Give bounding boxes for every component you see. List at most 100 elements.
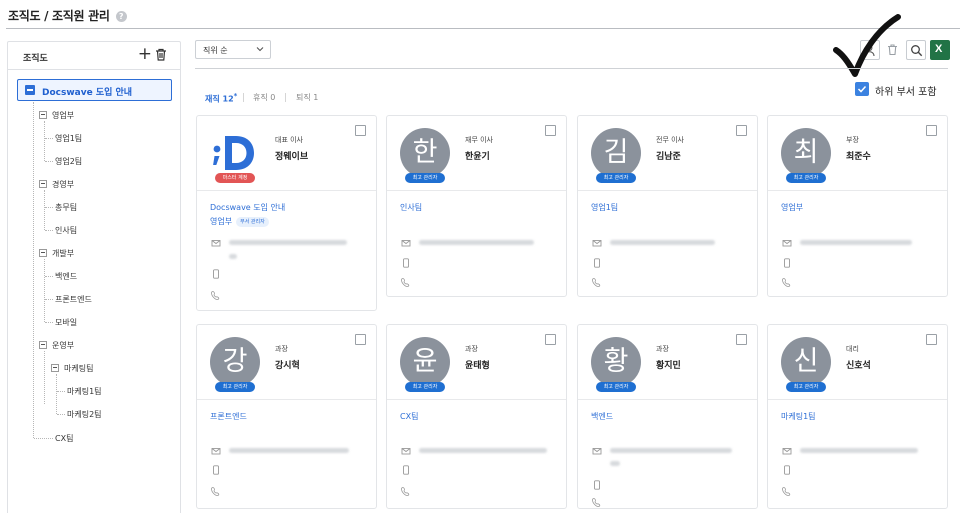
phone-icon [592, 498, 601, 507]
trash-icon [888, 44, 897, 56]
collapse-icon[interactable] [39, 249, 47, 257]
member-department-link[interactable]: Docswave 도입 안내 [210, 202, 285, 213]
card-divider [768, 190, 947, 191]
member-department-link[interactable]: 영업1팀 [591, 202, 618, 213]
member-department-link[interactable]: 프론트엔드 [210, 411, 247, 422]
email-redacted [800, 448, 918, 453]
tree-guide-line [57, 391, 65, 392]
tab-employed[interactable]: 재직 12* [205, 92, 237, 105]
tree-item-backend[interactable]: 백엔드 [55, 271, 77, 282]
mail-icon [211, 448, 221, 455]
docswave-logo-icon [213, 136, 254, 170]
tree-item-marketing[interactable]: 마케팅팀 [64, 363, 93, 374]
card-checkbox[interactable] [355, 125, 366, 136]
tree-item-mobile[interactable]: 모바일 [55, 317, 77, 328]
search-button[interactable] [906, 40, 926, 60]
member-title: 과장 [465, 345, 478, 353]
phone-icon [401, 278, 410, 287]
excel-export-button[interactable]: X [930, 40, 950, 60]
tree-item-development[interactable]: 개발부 [52, 248, 74, 259]
add-department-icon[interactable]: + [138, 46, 152, 63]
member-card[interactable]: 김 최고 관리자 전무 이사 김남준 영업1팀 [577, 115, 758, 297]
tree-item-sales-1[interactable]: 영업1팀 [55, 133, 82, 144]
card-checkbox[interactable] [545, 334, 556, 345]
tree-item-hr[interactable]: 인사팀 [55, 225, 77, 236]
tree-item-operations[interactable]: 운영부 [52, 340, 74, 351]
phone-icon [782, 487, 791, 496]
email-redacted [610, 240, 715, 245]
tree-guide-line [45, 322, 53, 323]
tree-item-marketing-2[interactable]: 마케팅2팀 [67, 409, 102, 420]
phone-icon [782, 278, 791, 287]
role-badge: 최고 관리자 [215, 382, 255, 392]
member-card[interactable]: 강 최고 관리자 과장 강시혁 프론트엔드 [196, 324, 377, 509]
tab-separator [243, 93, 244, 102]
member-name: 황지민 [656, 361, 681, 371]
sort-select[interactable]: 직위 순 [195, 40, 271, 59]
delete-member-button[interactable] [883, 40, 903, 60]
card-checkbox[interactable] [355, 334, 366, 345]
tree-guide-line [45, 207, 53, 208]
mail-icon [782, 448, 792, 455]
tree-item-sales[interactable]: 영업부 [52, 110, 74, 121]
tree-guide-line [44, 190, 45, 230]
collapse-icon[interactable] [39, 111, 47, 119]
member-card[interactable]: 최 최고 관리자 부장 최준수 영업부 [767, 115, 948, 297]
collapse-icon[interactable] [39, 341, 47, 349]
member-card[interactable]: 마스터 계정 대표 이사 정웨이브 Docswave 도입 안내 영업부 부서 관… [196, 115, 377, 311]
avatar: 한 [400, 128, 450, 178]
tree-item-general-affairs[interactable]: 총무팀 [55, 202, 77, 213]
member-card[interactable]: 신 최고 관리자 대리 신호석 마케팅1팀 [767, 324, 948, 509]
collapse-icon[interactable] [39, 180, 47, 188]
tree-item-sales-2[interactable]: 영업2팀 [55, 156, 82, 167]
member-department-link[interactable]: 마케팅1팀 [781, 411, 816, 422]
tab-retired[interactable]: 퇴직 1 [296, 92, 318, 103]
card-divider [768, 399, 947, 400]
add-member-button[interactable] [860, 40, 880, 60]
member-card[interactable]: 윤 최고 관리자 과장 윤태형 CX팀 [386, 324, 567, 509]
card-divider [197, 190, 376, 191]
role-badge: 마스터 계정 [215, 173, 255, 183]
mobile-phone-icon [594, 480, 600, 490]
tab-on-leave[interactable]: 휴직 0 [253, 92, 275, 103]
tab-employed-mark: * [233, 92, 238, 100]
card-checkbox[interactable] [736, 334, 747, 345]
member-card[interactable]: 황 최고 관리자 과장 황지민 백엔드 [577, 324, 758, 509]
member-department-link[interactable]: 인사팀 [400, 202, 422, 213]
mobile-phone-icon [403, 465, 409, 475]
member-title: 대리 [846, 345, 859, 353]
member-department-link[interactable]: CX팀 [400, 411, 418, 422]
role-badge: 최고 관리자 [596, 382, 636, 392]
card-divider [387, 190, 566, 191]
tree-item-cx[interactable]: CX팀 [55, 433, 73, 444]
tree-item-frontend[interactable]: 프론트엔드 [55, 294, 92, 305]
member-subdepartment-link[interactable]: 영업부 [210, 217, 232, 226]
tree-guide-line [56, 374, 57, 414]
checkbox-checked-icon[interactable] [855, 82, 869, 96]
tree-item-marketing-1[interactable]: 마케팅1팀 [67, 386, 102, 397]
mobile-phone-icon [213, 465, 219, 475]
tree-guide-line [57, 414, 65, 415]
page-title: 조직도 / 조직원 관리 ? [8, 7, 127, 24]
collapse-icon[interactable] [25, 85, 35, 95]
member-department-link[interactable]: 영업부 [781, 202, 803, 213]
delete-department-icon[interactable] [155, 48, 167, 61]
card-checkbox[interactable] [545, 125, 556, 136]
mail-icon [401, 240, 411, 247]
member-card[interactable]: 한 최고 관리자 재무 이사 한윤기 인사팀 [386, 115, 567, 297]
help-icon[interactable]: ? [115, 11, 127, 22]
member-name: 최준수 [846, 152, 871, 162]
sidebar-header: 조직도 + [8, 42, 180, 70]
email-redacted [419, 240, 534, 245]
tree-guide-line [44, 259, 45, 322]
title-divider [6, 28, 960, 29]
member-department-link[interactable]: 백엔드 [591, 411, 613, 422]
collapse-icon[interactable] [51, 364, 59, 372]
card-checkbox[interactable] [926, 334, 937, 345]
tree-item-management[interactable]: 경영부 [52, 179, 74, 190]
tree-guide-line [45, 230, 53, 231]
card-checkbox[interactable] [926, 125, 937, 136]
tree-root-node[interactable]: Docswave 도입 안내 [17, 79, 172, 101]
email-redacted [610, 448, 732, 453]
card-checkbox[interactable] [736, 125, 747, 136]
